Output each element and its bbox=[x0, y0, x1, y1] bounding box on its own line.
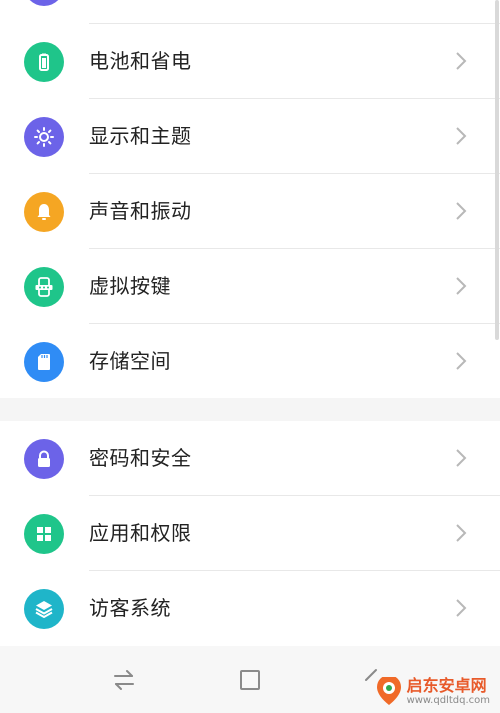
chevron-right-icon bbox=[456, 277, 467, 295]
settings-group-1: 电池和省电 显示和主题 声音和振动 虚拟按键 存储空间 bbox=[0, 0, 500, 398]
watermark-text: 启东安卓网 www.qdltdq.com bbox=[407, 677, 490, 707]
settings-item-display[interactable]: 显示和主题 bbox=[0, 99, 500, 174]
bell-icon bbox=[24, 192, 64, 232]
settings-item-apps[interactable]: 应用和权限 bbox=[0, 496, 500, 571]
chevron-right-icon bbox=[456, 52, 467, 70]
settings-item-label: 存储空间 bbox=[89, 349, 171, 373]
settings-item-label: 虚拟按键 bbox=[89, 274, 171, 298]
watermark: 启东安卓网 www.qdltdq.com bbox=[375, 677, 490, 707]
chevron-right-icon bbox=[456, 352, 467, 370]
chevron-right-icon bbox=[456, 449, 467, 467]
sd-card-icon bbox=[24, 342, 64, 382]
watermark-name: 启东安卓网 bbox=[406, 676, 487, 695]
virtual-keys-icon bbox=[24, 267, 64, 307]
chevron-right-icon bbox=[456, 524, 467, 542]
settings-item-label: 显示和主题 bbox=[89, 124, 192, 148]
settings-item-storage[interactable]: 存储空间 bbox=[0, 324, 500, 399]
settings-item-sound[interactable]: 声音和振动 bbox=[0, 174, 500, 249]
settings-item-label: 访客系统 bbox=[89, 596, 171, 620]
settings-group-2: 密码和安全 应用和权限 访客系统 bbox=[0, 421, 500, 646]
settings-item-label: 密码和安全 bbox=[89, 446, 192, 470]
partial-icon bbox=[24, 0, 64, 6]
watermark-logo-icon bbox=[376, 677, 401, 705]
settings-item-label: 电池和省电 bbox=[89, 49, 192, 73]
brightness-icon bbox=[24, 117, 64, 157]
layers-icon bbox=[24, 589, 64, 629]
home-square-icon[interactable] bbox=[236, 666, 264, 694]
watermark-url: www.qdltdq.com bbox=[406, 695, 490, 706]
chevron-right-icon bbox=[456, 202, 467, 220]
settings-item-virtual-keys[interactable]: 虚拟按键 bbox=[0, 249, 500, 324]
lock-icon bbox=[24, 439, 64, 479]
settings-item-security[interactable]: 密码和安全 bbox=[0, 421, 500, 496]
switch-icon[interactable] bbox=[110, 666, 138, 694]
partial-row bbox=[0, 0, 500, 24]
apps-grid-icon bbox=[24, 514, 64, 554]
settings-item-battery[interactable]: 电池和省电 bbox=[0, 24, 500, 99]
settings-item-guest[interactable]: 访客系统 bbox=[0, 571, 500, 646]
battery-icon bbox=[24, 42, 64, 82]
settings-item-label: 声音和振动 bbox=[89, 199, 192, 223]
scrollbar[interactable] bbox=[495, 0, 499, 340]
settings-item-label: 应用和权限 bbox=[89, 521, 192, 545]
chevron-right-icon bbox=[456, 127, 467, 145]
chevron-right-icon bbox=[456, 599, 467, 617]
